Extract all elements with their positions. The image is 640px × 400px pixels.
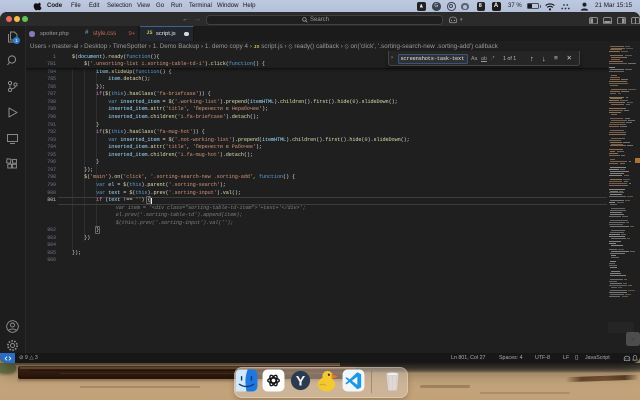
svg-text:Y: Y xyxy=(295,373,305,389)
